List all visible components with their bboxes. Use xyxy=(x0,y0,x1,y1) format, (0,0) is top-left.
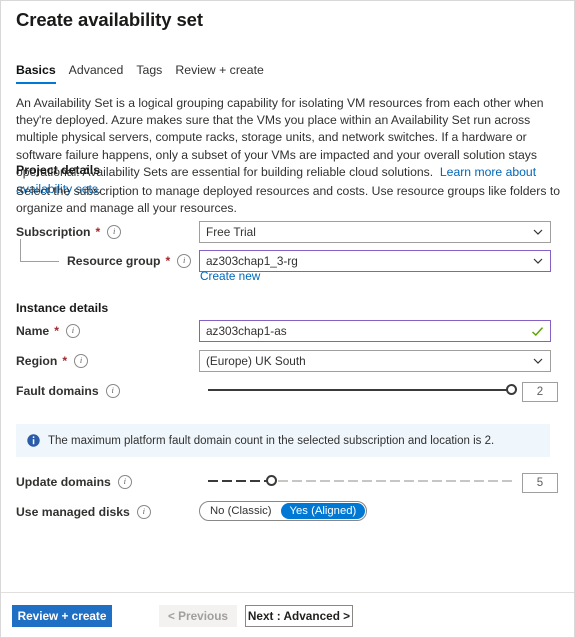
review-create-button[interactable]: Review + create xyxy=(12,605,112,627)
region-value: (Europe) UK South xyxy=(206,354,306,368)
slider-track-fill xyxy=(208,480,272,482)
fault-domains-label-text: Fault domains xyxy=(16,384,99,398)
name-required-mark: * xyxy=(54,324,59,338)
footer-divider xyxy=(1,592,574,593)
name-input[interactable]: az303chap1-as xyxy=(199,320,551,342)
tab-advanced[interactable]: Advanced xyxy=(69,63,137,84)
project-details-heading: Project details xyxy=(16,163,101,177)
fault-domains-value[interactable]: 2 xyxy=(522,382,558,402)
create-availability-set-panel: Create availability set Basics Advanced … xyxy=(0,0,575,638)
fault-domains-slider[interactable] xyxy=(208,381,517,399)
project-details-description: Select the subscription to manage deploy… xyxy=(16,184,560,216)
previous-button: < Previous xyxy=(159,605,237,627)
chevron-down-icon xyxy=(533,356,543,366)
info-icon[interactable] xyxy=(105,384,120,398)
region-label: Region * xyxy=(16,354,89,368)
resource-group-required-mark: * xyxy=(165,254,171,268)
subscription-value: Free Trial xyxy=(206,225,256,239)
slider-thumb[interactable] xyxy=(265,475,277,486)
slider-track-fill xyxy=(208,389,512,391)
region-required-mark: * xyxy=(62,354,68,368)
use-managed-disks-label: Use managed disks xyxy=(16,505,151,519)
fault-domain-info-banner: The maximum platform fault domain count … xyxy=(16,424,550,457)
resource-group-tree-connector xyxy=(20,239,59,262)
next-advanced-button[interactable]: Next : Advanced > xyxy=(245,605,353,627)
managed-disks-option-yes[interactable]: Yes (Aligned) xyxy=(280,503,366,519)
page-title: Create availability set xyxy=(16,9,203,30)
name-label-text: Name xyxy=(16,324,50,338)
update-domains-label: Update domains xyxy=(16,475,132,489)
region-label-text: Region xyxy=(16,354,58,368)
resource-group-value: az303chap1_3-rg xyxy=(206,254,298,268)
update-domains-value[interactable]: 5 xyxy=(522,473,558,493)
managed-disks-option-no[interactable]: No (Classic) xyxy=(201,503,281,519)
tab-review-create[interactable]: Review + create xyxy=(175,63,277,84)
name-label: Name * xyxy=(16,324,80,338)
subscription-dropdown[interactable]: Free Trial xyxy=(199,221,551,243)
tab-tags[interactable]: Tags xyxy=(136,63,175,84)
subscription-label: Subscription * xyxy=(16,225,122,239)
info-icon[interactable] xyxy=(65,324,80,338)
footer-actions: Review + create < Previous Next : Advanc… xyxy=(12,605,353,627)
info-icon[interactable] xyxy=(136,505,151,519)
create-new-resource-group-link[interactable]: Create new xyxy=(200,269,260,283)
info-icon[interactable] xyxy=(117,475,132,489)
use-managed-disks-label-text: Use managed disks xyxy=(16,505,130,519)
use-managed-disks-choice-group: No (Classic) Yes (Aligned) xyxy=(199,501,368,521)
region-dropdown[interactable]: (Europe) UK South xyxy=(199,350,551,372)
subscription-label-text: Subscription xyxy=(16,225,91,239)
slider-thumb[interactable] xyxy=(506,384,517,395)
info-icon[interactable] xyxy=(107,225,122,239)
subscription-required-mark: * xyxy=(95,225,101,239)
validation-success-check-icon xyxy=(531,325,544,338)
info-icon[interactable] xyxy=(177,254,192,268)
name-value: az303chap1-as xyxy=(206,324,287,338)
info-icon xyxy=(27,434,40,447)
banner-message: The maximum platform fault domain count … xyxy=(48,434,495,447)
tab-basics[interactable]: Basics xyxy=(16,63,69,84)
fault-domains-label: Fault domains xyxy=(16,384,120,398)
instance-details-heading: Instance details xyxy=(16,301,109,315)
resource-group-label: Resource group * xyxy=(67,254,192,268)
tab-bar: Basics Advanced Tags Review + create xyxy=(16,63,277,84)
chevron-down-icon xyxy=(533,227,543,237)
chevron-down-icon xyxy=(533,256,543,266)
update-domains-slider[interactable] xyxy=(208,472,512,490)
update-domains-label-text: Update domains xyxy=(16,475,111,489)
resource-group-label-text: Resource group xyxy=(67,254,161,268)
info-icon[interactable] xyxy=(74,354,89,368)
